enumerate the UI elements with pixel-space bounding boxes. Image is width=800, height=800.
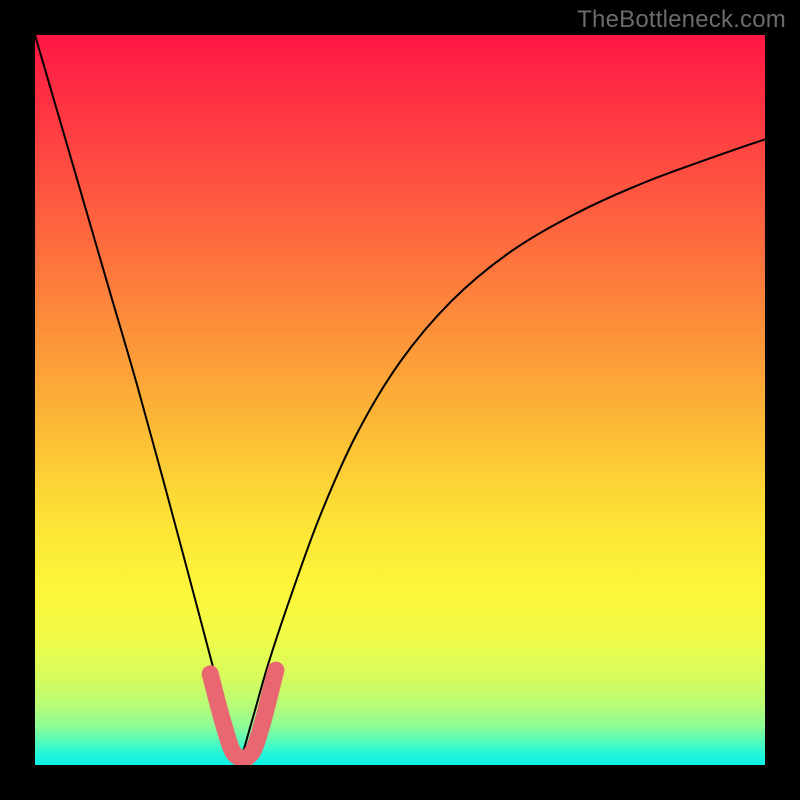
curve-right-branch xyxy=(239,139,765,765)
watermark-text: TheBottleneck.com xyxy=(577,6,786,34)
valley-highlight xyxy=(210,670,276,759)
bottleneck-chart xyxy=(35,35,765,765)
curve-left-branch xyxy=(35,35,239,765)
curve-svg xyxy=(35,35,765,765)
